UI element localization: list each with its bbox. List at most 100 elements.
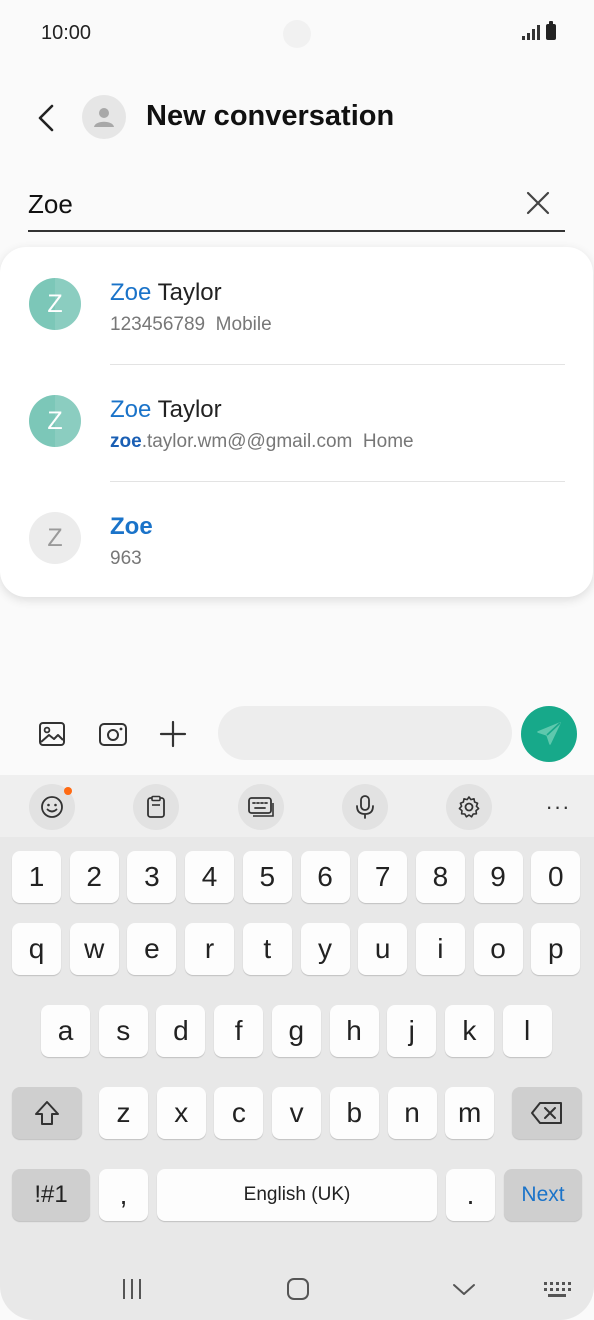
send-button[interactable] — [521, 706, 577, 762]
signal-icon — [522, 24, 540, 40]
key-z[interactable]: z — [99, 1087, 148, 1139]
navigation-bar — [0, 1262, 594, 1320]
hide-keyboard-button[interactable] — [450, 1274, 478, 1304]
key-w[interactable]: w — [69, 923, 119, 975]
emoji-button[interactable] — [29, 784, 75, 830]
screen: 10:00 New conversation Z Zoe Taylor 1234… — [0, 0, 594, 1320]
recent-apps-button[interactable] — [118, 1274, 146, 1304]
contact-detail: 963 — [110, 548, 142, 569]
more-options-button[interactable]: ··· — [535, 784, 581, 830]
status-time: 10:00 — [41, 22, 92, 44]
contact-suggestions: Z Zoe Taylor 123456789 Mobile Z Zoe Tayl… — [0, 247, 593, 597]
keyboard-toolbar: ··· — [0, 775, 594, 837]
recipient-search-input[interactable] — [28, 186, 508, 222]
camera-cutout — [283, 20, 311, 48]
contact-avatar-letter: Z — [29, 395, 81, 447]
close-icon — [526, 191, 550, 215]
attach-button[interactable] — [153, 714, 193, 754]
key-2[interactable]: 2 — [69, 851, 119, 903]
key-b[interactable]: b — [329, 1087, 379, 1139]
space-key[interactable]: English (UK) — [157, 1169, 437, 1221]
key-e[interactable]: e — [127, 923, 177, 975]
contact-suggestion-item[interactable]: Z Zoe Taylor zoe.taylor.wm@@gmail.com Ho… — [0, 364, 593, 481]
key-5[interactable]: 5 — [242, 851, 292, 903]
key-3[interactable]: 3 — [127, 851, 177, 903]
back-button[interactable] — [24, 96, 68, 140]
recipient-search-row — [28, 180, 565, 232]
key-l[interactable]: l — [502, 1005, 552, 1057]
contact-suggestion-item[interactable]: Z Zoe 963 — [0, 481, 593, 598]
keyboard-switch-button[interactable] — [540, 1274, 574, 1304]
key-q[interactable]: q — [12, 923, 61, 975]
contact-detail: 123456789 Mobile — [110, 314, 272, 335]
person-icon — [94, 108, 114, 127]
gallery-button[interactable] — [32, 714, 72, 754]
key-h[interactable]: h — [329, 1005, 379, 1057]
key-r[interactable]: r — [185, 923, 235, 975]
message-composer — [0, 700, 594, 770]
contact-avatar[interactable] — [82, 95, 126, 139]
send-icon — [537, 722, 561, 745]
key-8[interactable]: 8 — [415, 851, 465, 903]
key-j[interactable]: j — [387, 1005, 437, 1057]
key-m[interactable]: m — [445, 1087, 495, 1139]
key-d[interactable]: d — [156, 1005, 206, 1057]
status-icons — [522, 21, 556, 40]
contact-detail: zoe.taylor.wm@@gmail.com Home — [110, 431, 414, 452]
clipboard-button[interactable] — [133, 784, 179, 830]
voice-input-button[interactable] — [342, 784, 388, 830]
key-y[interactable]: y — [300, 923, 350, 975]
home-icon — [287, 1278, 309, 1300]
key-o[interactable]: o — [473, 923, 523, 975]
key-6[interactable]: 6 — [300, 851, 350, 903]
period-key[interactable]: . — [446, 1169, 495, 1221]
key-f[interactable]: f — [214, 1005, 264, 1057]
key-p[interactable]: p — [531, 923, 581, 975]
gear-icon — [458, 796, 480, 818]
key-u[interactable]: u — [358, 923, 408, 975]
key-g[interactable]: g — [271, 1005, 321, 1057]
key-4[interactable]: 4 — [185, 851, 235, 903]
key-i[interactable]: i — [415, 923, 465, 975]
microphone-icon — [356, 795, 374, 819]
key-k[interactable]: k — [444, 1005, 494, 1057]
contact-suggestion-item[interactable]: Z Zoe Taylor 123456789 Mobile — [0, 247, 593, 364]
keyboard: ··· 1234567890 qwertyuiop asdfghjkl zxcvbnm… — [0, 775, 594, 1320]
next-key[interactable]: Next — [504, 1169, 582, 1221]
battery-icon — [546, 21, 556, 40]
keyboard-mode-button[interactable] — [238, 784, 284, 830]
key-0[interactable]: 0 — [531, 851, 581, 903]
plus-icon — [159, 720, 187, 748]
comma-key[interactable]: , — [99, 1169, 148, 1221]
contact-avatar-letter: Z — [29, 512, 81, 564]
key-s[interactable]: s — [98, 1005, 148, 1057]
contact-name: Zoe — [110, 513, 153, 540]
backspace-icon — [531, 1102, 562, 1124]
chevron-left-icon — [38, 104, 54, 132]
key-x[interactable]: x — [156, 1087, 206, 1139]
shift-key[interactable] — [12, 1087, 82, 1139]
key-v[interactable]: v — [272, 1087, 322, 1139]
key-a[interactable]: a — [41, 1005, 90, 1057]
symbols-key[interactable]: !#1 — [12, 1169, 90, 1221]
emoji-icon — [41, 796, 63, 818]
contact-name: Zoe Taylor — [110, 396, 222, 423]
key-9[interactable]: 9 — [473, 851, 523, 903]
clipboard-icon — [147, 795, 165, 818]
message-input[interactable] — [218, 706, 512, 760]
clear-search-button[interactable] — [523, 188, 553, 218]
key-t[interactable]: t — [242, 923, 292, 975]
backspace-key[interactable] — [512, 1087, 582, 1139]
contact-name: Zoe Taylor — [110, 279, 222, 306]
keyboard-grid-icon — [544, 1282, 571, 1297]
notification-dot — [64, 787, 72, 795]
home-button[interactable] — [284, 1274, 312, 1304]
keyboard-icon — [248, 797, 274, 817]
key-7[interactable]: 7 — [358, 851, 408, 903]
key-c[interactable]: c — [214, 1087, 264, 1139]
keyboard-settings-button[interactable] — [446, 784, 492, 830]
camera-button[interactable] — [93, 714, 133, 754]
key-n[interactable]: n — [387, 1087, 437, 1139]
key-1[interactable]: 1 — [12, 851, 61, 903]
contact-avatar-letter: Z — [29, 278, 81, 330]
